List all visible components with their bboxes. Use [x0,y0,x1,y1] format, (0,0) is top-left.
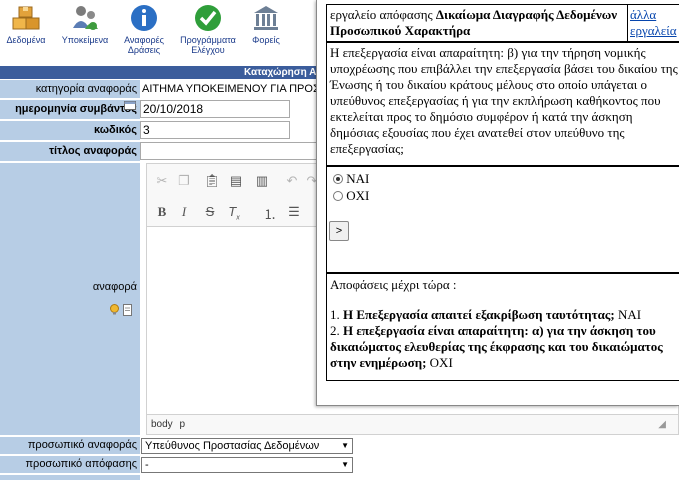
answer-cell: ΝΑΙ ΟΧΙ > [326,166,679,273]
decisions-cell: Αποφάσεις μέχρι τώρα : 1. Η Επεξεργασία … [326,273,679,381]
toolbar-item-programs[interactable]: Προγράμματα Ελέγχου [176,2,240,55]
question-text: Η επεξεργασία είναι απαραίτητη: β) για τ… [330,45,678,156]
paste-text-icon[interactable]: ▤ [227,173,245,189]
category-value: ΑΙΤΗΜΑ ΥΠΟΚΕΙΜΕΝΟΥ ΓΙΑ ΠΡΟΣ [142,83,320,95]
toolbar-item-label: Υποκείμενα [61,35,109,45]
other-tools-link[interactable]: άλλα εργαλεία [630,7,677,38]
title-input[interactable] [140,142,320,160]
decision-item: 1. Η Επεξεργασία απαιτεί εξακρίβωση ταυτ… [330,307,679,323]
tool-prefix: εργαλείο απόφασης [330,7,436,22]
chevron-down-icon: ▼ [341,460,349,469]
decision-question: Η επεξεργασία είναι απαραίτητη: α) για τ… [330,323,663,370]
category-label: κατηγορία αναφοράς [0,80,140,98]
decision-number: 2. [330,323,340,338]
italic-icon[interactable]: I [175,204,193,220]
code-label: κωδικός [0,121,140,140]
staff-report-value: Υπεύθυνος Προστασίας Δεδομένων [145,440,320,452]
resize-grip-icon[interactable]: ◢ [658,415,666,435]
decision-answer: ΝΑΙ [617,307,642,322]
tool-title-cell: εργαλείο απόφασης Δικαίωμα Διαγραφής Δεδ… [326,4,628,42]
title-label: τίτλος αναφοράς [0,142,140,161]
option-no[interactable]: ΟΧΙ [333,188,369,204]
undo-icon[interactable]: ↶ [283,173,301,189]
radio-yes[interactable] [333,174,343,184]
info-icon [131,5,157,31]
next-row-label [0,475,140,480]
form-title: Καταχώρηση Α [244,67,317,78]
calendar-icon[interactable] [124,100,136,110]
date-label: ημερομηνία συμβάντος [0,100,140,119]
copy-icon[interactable]: ❐ [175,173,193,189]
decision-answer: ΟΧΙ [429,355,453,370]
date-input[interactable]: 20/10/2018 [140,100,290,118]
radio-selected-dot [336,177,340,181]
toolbar-item-label: Αναφορές Δράσεις [124,35,164,55]
staff-report-label: προσωπικό αναφοράς [0,437,140,454]
staff-decision-value: - [145,459,149,471]
decision-item: 2. Η επεξεργασία είναι απαραίτητη: α) γι… [330,323,679,371]
toolbar-item-data[interactable]: Δεδομένα [2,2,50,45]
code-input[interactable]: 3 [140,121,290,139]
paste-icon[interactable]: 📋︎ [203,173,221,189]
toolbar-item-bodies[interactable]: Φορείς [246,2,286,45]
staff-decision-label: προσωπικό απόφασης [0,456,140,473]
other-tools-cell: άλλα εργαλεία [627,4,679,42]
toolbar-item-reports[interactable]: Αναφορές Δράσεις [118,2,170,55]
toolbar-item-label: Φορείς [252,35,280,45]
question-cell: Η επεξεργασία είναι απαραίτητη: β) για τ… [326,42,679,166]
report-label-cell: αναφορά [0,163,140,435]
chevron-down-icon: ▼ [341,441,349,450]
status-path-body[interactable]: body [151,419,173,430]
cut-icon[interactable]: ✂ [153,173,171,189]
numbered-list-icon[interactable]: ⒈ [261,204,279,223]
institution-icon [254,6,278,30]
option-yes-label: ΝΑΙ [346,171,370,186]
bulleted-list-icon[interactable]: ☰ [285,204,303,220]
lightbulb-icon[interactable] [109,304,120,315]
next-button[interactable]: > [329,221,349,241]
decision-question: Η Επεξεργασία απαιτεί εξακρίβωση ταυτότη… [343,307,615,322]
status-path-p[interactable]: p [179,419,185,430]
strikethrough-icon[interactable]: S [201,204,219,219]
option-no-label: ΟΧΙ [346,188,370,203]
checkmark-icon [195,5,221,31]
editor-status-bar: body p ◢ [147,414,678,434]
document-icon[interactable] [122,304,133,316]
toolbar-item-label: Δεδομένα [6,35,46,45]
radio-no[interactable] [333,191,343,201]
users-icon [73,6,98,30]
decisions-title: Αποφάσεις μέχρι τώρα : [330,277,457,292]
paste-word-icon[interactable]: ▥ [253,173,271,189]
decision-tool-popup: εργαλείο απόφασης Δικαίωμα Διαγραφής Δεδ… [316,0,679,406]
toolbar-item-subjects[interactable]: Υποκείμενα [58,2,112,45]
staff-report-select[interactable]: Υπεύθυνος Προστασίας Δεδομένων ▼ [141,438,353,454]
report-label: αναφορά [92,281,137,293]
option-yes[interactable]: ΝΑΙ [333,171,369,187]
bold-icon[interactable]: B [153,204,171,220]
boxes-icon [12,6,40,30]
remove-format-icon[interactable]: Tx [225,204,243,222]
decision-number: 1. [330,307,340,322]
staff-decision-select[interactable]: - ▼ [141,457,353,473]
toolbar-item-label: Προγράμματα Ελέγχου [180,35,236,55]
